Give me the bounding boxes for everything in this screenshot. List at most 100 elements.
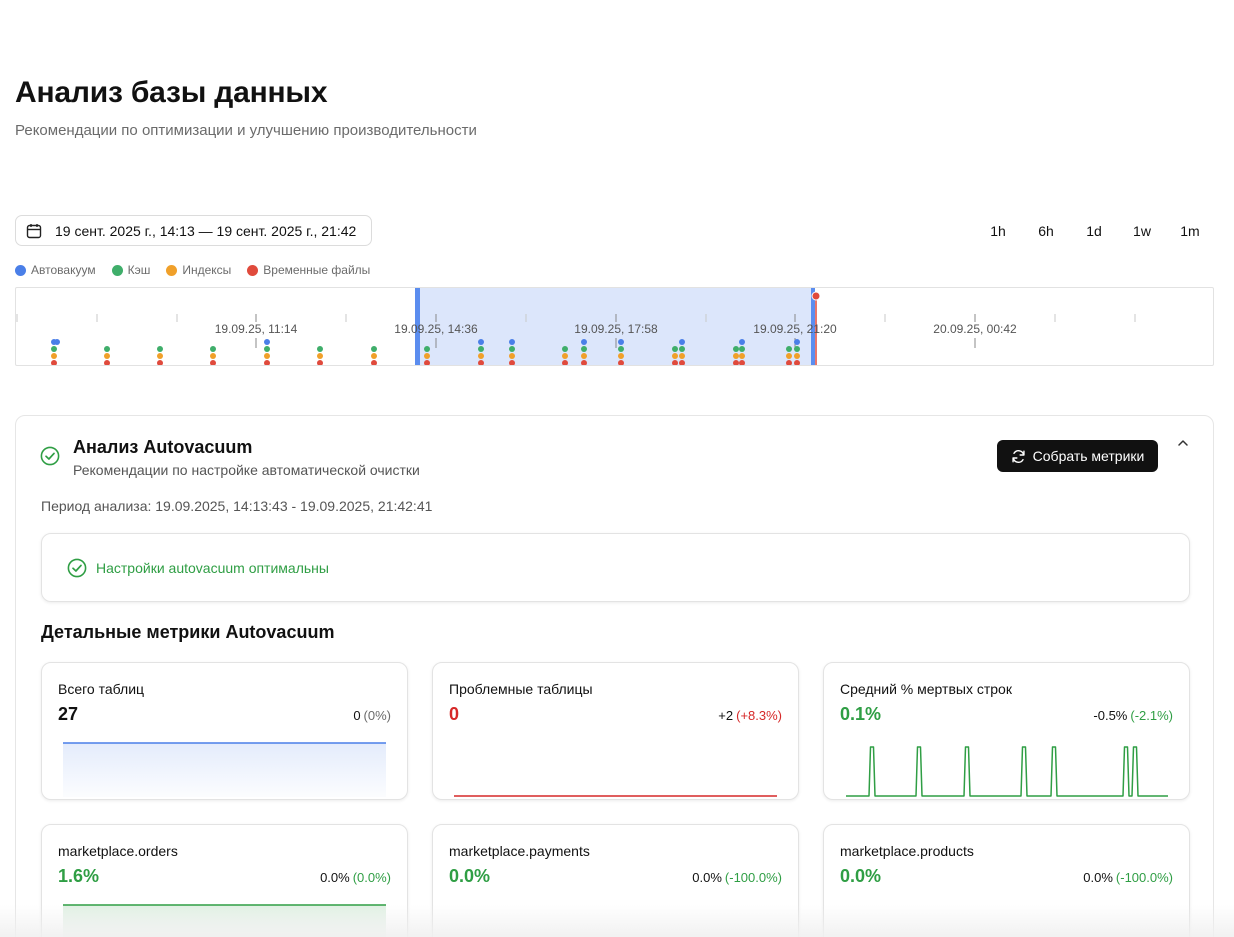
timeline-event-dot bbox=[679, 339, 685, 345]
timeline-event-dot bbox=[51, 353, 57, 359]
timeline-event-dot bbox=[562, 360, 568, 365]
metric-label: Средний % мертвых строк bbox=[840, 681, 1012, 697]
timeline-event-dot bbox=[581, 360, 587, 365]
metric-sparkline bbox=[844, 899, 1169, 937]
metric-delta: 0.0% (-100.0%) bbox=[1083, 870, 1173, 885]
collect-metrics-label: Собрать метрики bbox=[1032, 448, 1145, 464]
timeline-event-dot bbox=[210, 346, 216, 352]
metric-value: 0.0% bbox=[449, 866, 491, 886]
timeline-event-dot bbox=[679, 360, 685, 365]
timeline-event-dot bbox=[794, 339, 800, 345]
range-1m-button[interactable]: 1m bbox=[1166, 219, 1214, 243]
range-1d-button[interactable]: 1d bbox=[1070, 219, 1118, 243]
metric-delta-value: +2 bbox=[718, 708, 734, 723]
metrics-heading: Детальные метрики Autovacuum bbox=[41, 622, 335, 642]
timeline-event-dot bbox=[157, 346, 163, 352]
range-1w-button[interactable]: 1w bbox=[1118, 219, 1166, 243]
legend-dot-icon bbox=[111, 264, 123, 276]
status-text: Настройки autovacuum оптимальны bbox=[96, 559, 329, 576]
metric-sparkline bbox=[454, 795, 777, 797]
metric-label: marketplace.orders bbox=[58, 843, 178, 859]
timeline-event-dot bbox=[679, 353, 685, 359]
metric-delta-percent: (0.0%) bbox=[352, 870, 391, 885]
timeline-event-dot bbox=[264, 360, 270, 365]
timeline-tick-label: 19.09.25, 11:14 bbox=[215, 322, 298, 336]
timeline-event-dot bbox=[317, 360, 323, 365]
timeline-event-dot bbox=[264, 346, 270, 352]
legend-item-temp-files[interactable]: Временные файлы bbox=[247, 263, 370, 277]
timeline-event-dot bbox=[786, 353, 792, 359]
metric-card[interactable]: marketplace.orders 1.6% 0.0% (0.0%) bbox=[41, 824, 408, 937]
autovacuum-title: Анализ Autovacuum bbox=[73, 437, 253, 457]
metric-label: marketplace.products bbox=[840, 843, 974, 859]
legend-item-cache[interactable]: Кэш bbox=[111, 263, 150, 277]
metric-delta: +2 (+8.3%) bbox=[718, 708, 782, 723]
metric-delta-value: -0.5% bbox=[1093, 708, 1128, 723]
timeline-event-dot bbox=[210, 360, 216, 365]
metric-delta-value: 0 bbox=[353, 708, 361, 723]
date-range-picker[interactable]: 19 сент. 2025 г., 14:13 — 19 сент. 2025 … bbox=[15, 215, 372, 246]
metric-value: 0.1% bbox=[840, 704, 882, 724]
timeline-event-dot bbox=[739, 360, 745, 365]
page-subtitle: Рекомендации по оптимизации и улучшению … bbox=[15, 122, 477, 139]
timeline-event-dot bbox=[733, 360, 739, 365]
refresh-icon bbox=[1012, 449, 1025, 463]
metric-card[interactable]: marketplace.payments 0.0% 0.0% (-100.0%) bbox=[432, 824, 799, 937]
collapse-button[interactable] bbox=[1173, 434, 1193, 454]
metric-card[interactable]: Проблемные таблицы 0 +2 (+8.3%) bbox=[432, 662, 799, 800]
metric-card[interactable]: Всего таблиц 27 0 (0%) bbox=[41, 662, 408, 800]
timeline-event-dot bbox=[478, 339, 484, 345]
range-6h-button[interactable]: 6h bbox=[1022, 219, 1070, 243]
timeline-event-dot bbox=[509, 339, 515, 345]
timeline-event-dot bbox=[794, 353, 800, 359]
timeline-event-dot bbox=[562, 346, 568, 352]
timeline-event-dot bbox=[739, 339, 745, 345]
timeline-event-dot bbox=[424, 360, 430, 365]
timeline-legend: Автовакуум Кэш Индексы Временные файлы bbox=[15, 263, 370, 277]
analysis-period: Период анализа: 19.09.2025, 14:13:43 - 1… bbox=[41, 498, 433, 514]
timeline-tick-label: 20.09.25, 00:42 bbox=[933, 322, 1017, 336]
timeline-event-dot bbox=[157, 353, 163, 359]
timeline-event-dot bbox=[581, 353, 587, 359]
collect-metrics-button[interactable]: Собрать метрики bbox=[997, 440, 1158, 472]
timeline-event-dot bbox=[317, 346, 323, 352]
timeline-event-dot bbox=[672, 353, 678, 359]
timeline-event-dot bbox=[371, 346, 377, 352]
timeline-event-dot bbox=[794, 346, 800, 352]
timeline-event-dot bbox=[509, 353, 515, 359]
timeline-event-dot bbox=[794, 360, 800, 365]
metric-card[interactable]: marketplace.products 0.0% 0.0% (-100.0%) bbox=[823, 824, 1190, 937]
page-title: Анализ базы данных bbox=[15, 76, 328, 109]
date-range-value: 19 сент. 2025 г., 14:13 — 19 сент. 2025 … bbox=[55, 222, 357, 239]
calendar-icon bbox=[26, 223, 42, 238]
metric-card[interactable]: Средний % мертвых строк 0.1% -0.5% (-2.1%) bbox=[823, 662, 1190, 800]
legend-label: Индексы bbox=[182, 263, 232, 277]
metric-delta-percent: (-100.0%) bbox=[724, 870, 782, 885]
legend-label: Автовакуум bbox=[31, 263, 96, 277]
check-circle-icon bbox=[67, 558, 87, 577]
timeline[interactable]: 19.09.25, 11:14 19.09.25, 14:36 19.09.25, … bbox=[15, 287, 1214, 366]
timeline-event-dot bbox=[424, 346, 430, 352]
timeline-tick-label: 19.09.25, 14:36 bbox=[394, 322, 478, 336]
metric-delta-percent: (-100.0%) bbox=[1115, 870, 1173, 885]
timeline-canvas[interactable]: 19.09.25, 11:14 19.09.25, 14:36 19.09.25, … bbox=[16, 288, 1214, 366]
legend-item-indexes[interactable]: Индексы bbox=[166, 263, 231, 277]
timeline-event-dot bbox=[562, 353, 568, 359]
status-box: Настройки autovacuum оптимальны bbox=[41, 533, 1190, 602]
metric-delta-percent: (0%) bbox=[363, 708, 391, 723]
timeline-event-dot bbox=[733, 353, 739, 359]
range-1h-button[interactable]: 1h bbox=[974, 219, 1022, 243]
timeline-event-dot bbox=[786, 360, 792, 365]
metric-delta: 0 (0%) bbox=[353, 708, 391, 723]
legend-item-autovacuum[interactable]: Автовакуум bbox=[15, 263, 96, 277]
timeline-event-dot bbox=[786, 346, 792, 352]
timeline-event-dot bbox=[672, 360, 678, 365]
timeline-event-dot bbox=[478, 360, 484, 365]
metric-sparkline bbox=[453, 899, 778, 937]
timeline-event-dot bbox=[733, 346, 739, 352]
timeline-event-dot bbox=[581, 339, 587, 345]
timeline-event-dot bbox=[509, 360, 515, 365]
timeline-event-dot bbox=[509, 346, 515, 352]
range-buttons: 1h 6h 1d 1w 1m bbox=[974, 219, 1214, 243]
timeline-event-dot bbox=[478, 353, 484, 359]
